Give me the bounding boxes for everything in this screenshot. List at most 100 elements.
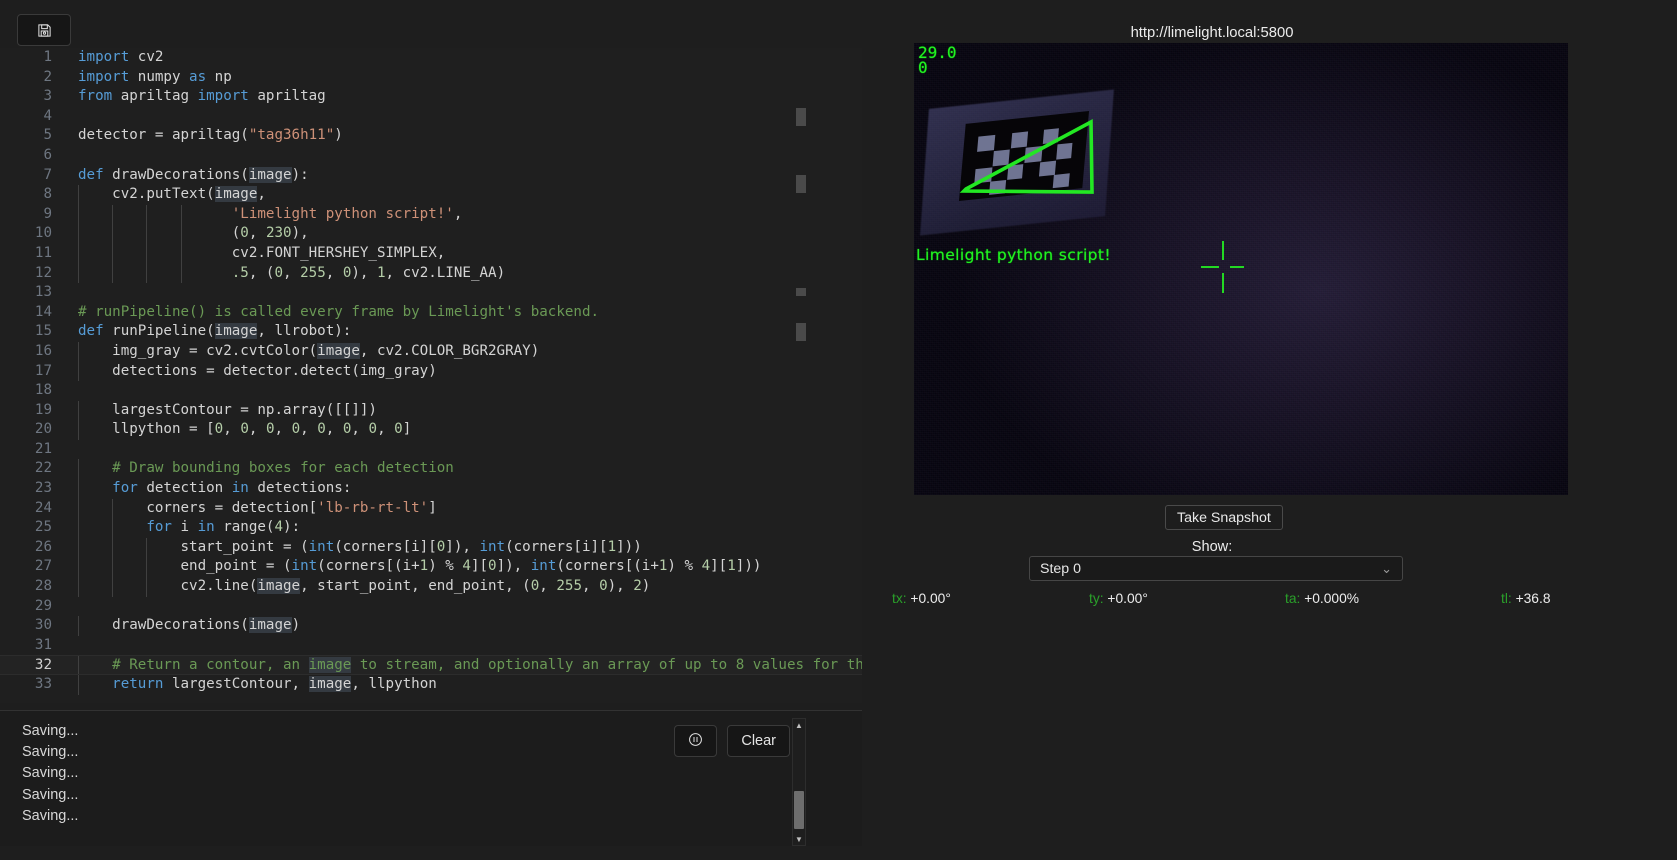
stat-key: tl: bbox=[1501, 591, 1516, 606]
code-token: , cv2.LINE_AA) bbox=[385, 264, 506, 281]
code-token: def bbox=[78, 166, 104, 183]
code-line[interactable]: 11 cv2.FONT_HERSHEY_SIMPLEX, bbox=[0, 243, 862, 264]
line-number: 12 bbox=[34, 264, 52, 281]
code-token: 1 bbox=[419, 558, 429, 575]
code-line[interactable]: 2 import numpy as np bbox=[0, 68, 862, 88]
code-line[interactable]: 1 import cv2 bbox=[0, 48, 862, 68]
code-token: , bbox=[377, 421, 395, 438]
code-line[interactable]: 24 corners = detection['lb-rb-rt-lt'] bbox=[0, 498, 862, 519]
code-token: numpy bbox=[129, 68, 190, 85]
code-token: (corners[(i+ bbox=[556, 558, 659, 575]
save-button[interactable] bbox=[17, 14, 71, 46]
code-line[interactable]: 7 def drawDecorations(image): bbox=[0, 166, 862, 186]
code-line[interactable]: 32 # Return a contour, an image to strea… bbox=[0, 655, 862, 675]
console-vertical-scrollbar[interactable]: ▲ ▼ bbox=[792, 718, 806, 846]
editor-scroll-marker bbox=[796, 108, 806, 126]
stream-url-label: http://limelight.local:5800 bbox=[1130, 25, 1294, 41]
code-line-text: start_point = (int(corners[i][0]), int(c… bbox=[62, 537, 642, 558]
code-token: image bbox=[317, 342, 360, 359]
code-token: 0 bbox=[530, 578, 540, 595]
code-line[interactable]: 30 drawDecorations(image) bbox=[0, 616, 862, 636]
console-scroll-thumb[interactable] bbox=[794, 791, 804, 829]
code-token: largestContour, bbox=[163, 676, 309, 692]
code-token: (corners[(i+ bbox=[317, 558, 420, 575]
code-token: , bbox=[223, 421, 241, 438]
line-number: 9 bbox=[43, 205, 52, 222]
limelight-pipeline-window: 1 import cv2 2 import numpy as np 3 from apri… bbox=[0, 0, 1677, 860]
code-line-text bbox=[62, 440, 78, 460]
code-token: 0 bbox=[240, 225, 249, 242]
code-line[interactable]: 4 bbox=[0, 107, 862, 127]
take-snapshot-button[interactable]: Take Snapshot bbox=[1165, 505, 1283, 530]
code-line[interactable]: 5 detector = apriltag("tag36h11") bbox=[0, 126, 862, 146]
stat-tl: tl: +36.8 bbox=[1501, 591, 1551, 606]
stat-key: ta: bbox=[1285, 591, 1305, 606]
caret-down-icon[interactable]: ▼ bbox=[793, 833, 805, 845]
code-line[interactable]: 3 from apriltag import apriltag bbox=[0, 87, 862, 107]
code-token: ) % bbox=[667, 558, 702, 575]
code-token: , bbox=[300, 421, 318, 438]
code-editor[interactable]: 1 import cv2 2 import numpy as np 3 from apri… bbox=[0, 48, 862, 703]
code-line[interactable]: 22 # Draw bounding boxes for each detect… bbox=[0, 459, 862, 480]
code-scroll-region[interactable]: 1 import cv2 2 import numpy as np 3 from apri… bbox=[0, 48, 862, 703]
code-line[interactable]: 12 .5, (0, 255, 0), 1, cv2.LINE_AA) bbox=[0, 263, 862, 284]
code-line[interactable]: 18 bbox=[0, 381, 862, 401]
code-token: 1 bbox=[377, 264, 386, 281]
code-line[interactable]: 20 llpython = [0, 0, 0, 0, 0, 0, 0, 0] bbox=[0, 420, 862, 440]
code-token: 2 bbox=[633, 578, 642, 595]
code-token: ][ bbox=[470, 558, 489, 575]
code-token: ), bbox=[607, 578, 634, 595]
code-line[interactable]: 16 img_gray = cv2.cvtColor(image, cv2.CO… bbox=[0, 341, 862, 362]
code-token: image bbox=[257, 578, 301, 595]
code-line[interactable]: 27 end_point = (int(corners[(i+1) % 4][0… bbox=[0, 557, 862, 578]
clear-console-button[interactable]: Clear bbox=[727, 725, 790, 757]
code-token: ): bbox=[283, 519, 301, 536]
code-line[interactable]: 33 return largestContour, image, llpytho… bbox=[0, 675, 862, 695]
console-line: Saving... bbox=[22, 744, 79, 761]
code-token: def bbox=[78, 323, 104, 340]
code-line-text: # Draw bounding boxes for each detection bbox=[62, 459, 454, 480]
code-token: 0 bbox=[436, 538, 446, 555]
code-token: range( bbox=[214, 519, 275, 536]
code-line[interactable]: 14 # runPipeline() is called every frame … bbox=[0, 303, 862, 323]
stat-value: +36.8 bbox=[1515, 591, 1551, 606]
code-line-text: cv2.putText(image, bbox=[62, 185, 266, 205]
code-line[interactable]: 26 start_point = (int(corners[i][0]), in… bbox=[0, 537, 862, 558]
stat-value: +0.00° bbox=[910, 591, 951, 606]
code-line[interactable]: 28 cv2.line(image, start_point, end_poin… bbox=[0, 577, 862, 597]
caret-up-icon[interactable]: ▲ bbox=[793, 719, 805, 731]
code-line-text: drawDecorations(image) bbox=[62, 616, 300, 636]
code-token: int bbox=[479, 538, 506, 555]
show-select[interactable]: Step 0 ⌄ bbox=[1029, 556, 1403, 581]
code-line[interactable]: 6 bbox=[0, 146, 862, 166]
code-line[interactable]: 8 cv2.putText(image, bbox=[0, 185, 862, 205]
line-number: 3 bbox=[43, 88, 52, 105]
code-line[interactable]: 29 bbox=[0, 597, 862, 617]
stream-fps-overlay: 29.0 0 bbox=[918, 43, 957, 77]
chevron-down-icon: ⌄ bbox=[1381, 560, 1392, 576]
code-line-text bbox=[62, 597, 78, 617]
code-line[interactable]: 31 bbox=[0, 636, 862, 656]
code-token: 0 bbox=[599, 578, 608, 595]
code-token: end_point = ( bbox=[78, 558, 292, 575]
code-line[interactable]: 15 def runPipeline(image, llrobot): bbox=[0, 322, 862, 342]
code-token: in bbox=[231, 480, 249, 497]
code-line[interactable]: 25 for i in range(4): bbox=[0, 518, 862, 538]
code-line[interactable]: 17 detections = detector.detect(img_gray… bbox=[0, 361, 862, 382]
code-line[interactable]: 9 'Limelight python script!', bbox=[0, 204, 862, 225]
line-number: 19 bbox=[34, 401, 52, 418]
code-line[interactable]: 10 (0, 230), bbox=[0, 224, 862, 244]
editor-scroll-marker bbox=[796, 175, 806, 193]
code-line[interactable]: 21 bbox=[0, 440, 862, 460]
camera-stream-view[interactable]: 29.0 0 Limelight python script! bbox=[914, 43, 1568, 495]
console-output[interactable]: Saving... Saving... Saving... Saving... Savi… bbox=[0, 710, 862, 846]
editor-vertical-scrollbar[interactable] bbox=[796, 48, 806, 703]
code-token: cv2.putText( bbox=[78, 186, 215, 203]
code-line[interactable]: 13 bbox=[0, 283, 862, 303]
code-line[interactable]: 19 largestContour = np.array([[]]) bbox=[0, 400, 862, 421]
code-line[interactable]: 23 for detection in detections: bbox=[0, 479, 862, 499]
code-token: ]), bbox=[445, 538, 480, 555]
pause-console-button[interactable] bbox=[674, 725, 718, 757]
